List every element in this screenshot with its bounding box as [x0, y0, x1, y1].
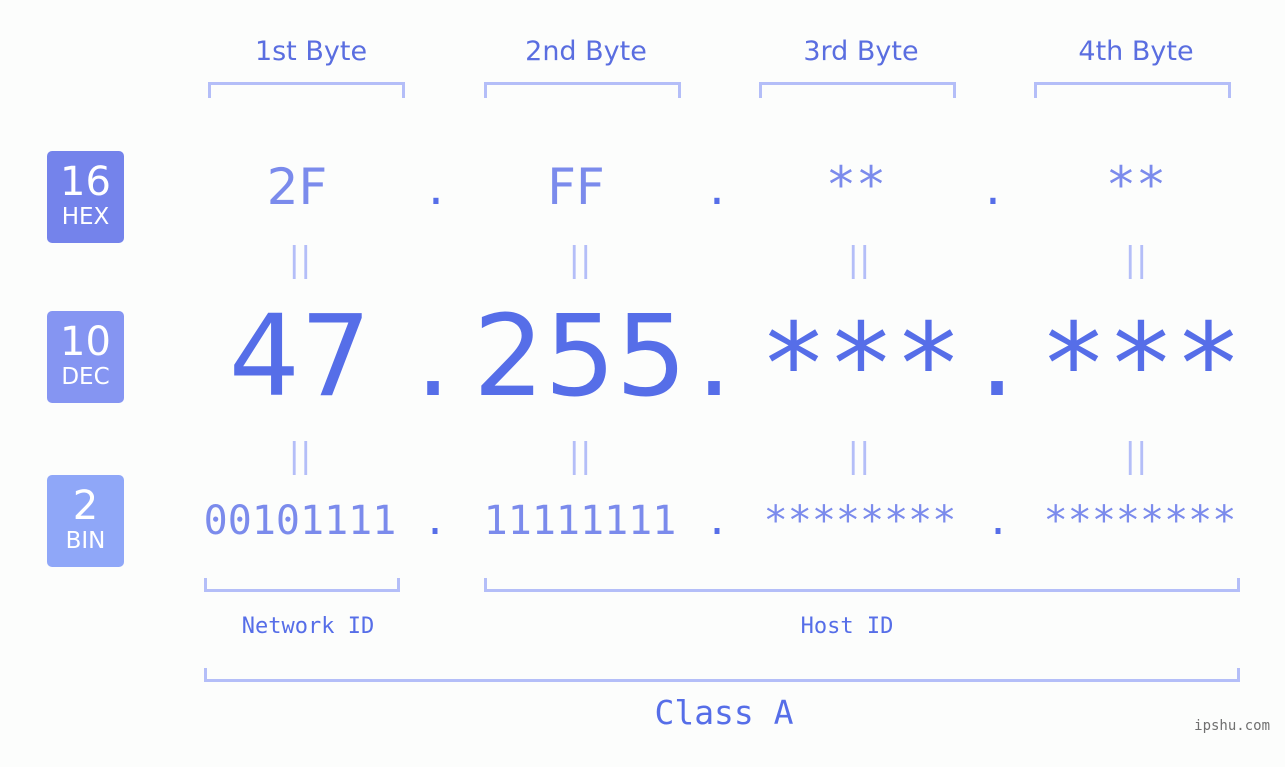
hex-base-label: HEX — [61, 204, 110, 230]
bin-badge: 2 BIN — [47, 475, 124, 567]
bin-separator-1: . — [422, 498, 448, 544]
dec-separator-3: . — [979, 292, 1015, 422]
hex-byte-1: 2F — [266, 158, 328, 216]
byte-bracket-2 — [484, 82, 681, 98]
bin-byte-4: ******** — [1043, 498, 1237, 544]
dec-separator-2: . — [696, 292, 732, 422]
byte-header-1: 1st Byte — [254, 36, 368, 67]
host-id-bracket — [484, 578, 1240, 592]
hex-separator-3: . — [985, 158, 1001, 216]
equals-hex-dec-1: || — [288, 240, 312, 280]
byte-bracket-4 — [1034, 82, 1231, 98]
hex-separator-1: . — [428, 158, 444, 216]
dec-base-label: DEC — [61, 364, 110, 390]
equals-dec-bin-1: || — [288, 436, 312, 476]
dec-byte-2: 255 — [473, 292, 687, 422]
bin-separator-3: . — [985, 498, 1011, 544]
dec-badge: 10 DEC — [47, 311, 124, 403]
byte-bracket-3 — [759, 82, 956, 98]
equals-dec-bin-3: || — [847, 436, 871, 476]
bin-separator-2: . — [704, 498, 730, 544]
byte-bracket-1 — [208, 82, 405, 98]
dec-base-number: 10 — [60, 319, 111, 365]
hex-byte-3: ** — [825, 156, 887, 214]
bin-byte-1: 00101111 — [203, 498, 397, 544]
bin-byte-2: 11111111 — [483, 498, 677, 544]
equals-hex-dec-3: || — [847, 240, 871, 280]
equals-hex-dec-4: || — [1124, 240, 1148, 280]
equals-dec-bin-2: || — [568, 436, 592, 476]
dec-separator-1: . — [415, 292, 451, 422]
hex-badge: 16 HEX — [47, 151, 124, 243]
hex-base-number: 16 — [60, 159, 111, 205]
hex-byte-4: ** — [1105, 156, 1167, 214]
bin-base-label: BIN — [65, 528, 106, 554]
dec-byte-1: 47 — [228, 292, 372, 422]
dec-byte-3: *** — [759, 300, 963, 430]
byte-header-4: 4th Byte — [1078, 36, 1194, 67]
network-id-label: Network ID — [241, 614, 375, 639]
host-id-label: Host ID — [800, 614, 894, 639]
hex-separator-2: . — [709, 158, 725, 216]
bin-base-number: 2 — [72, 483, 99, 529]
equals-dec-bin-4: || — [1124, 436, 1148, 476]
byte-header-3: 3rd Byte — [803, 36, 919, 67]
equals-hex-dec-2: || — [568, 240, 592, 280]
watermark: ipshu.com — [1194, 718, 1270, 734]
dec-byte-4: *** — [1039, 300, 1243, 430]
class-bracket — [204, 668, 1240, 682]
network-id-bracket — [204, 578, 400, 592]
bin-byte-3: ******** — [763, 498, 957, 544]
byte-header-2: 2nd Byte — [525, 36, 647, 67]
hex-byte-2: FF — [547, 158, 605, 216]
class-label: Class A — [654, 693, 794, 732]
